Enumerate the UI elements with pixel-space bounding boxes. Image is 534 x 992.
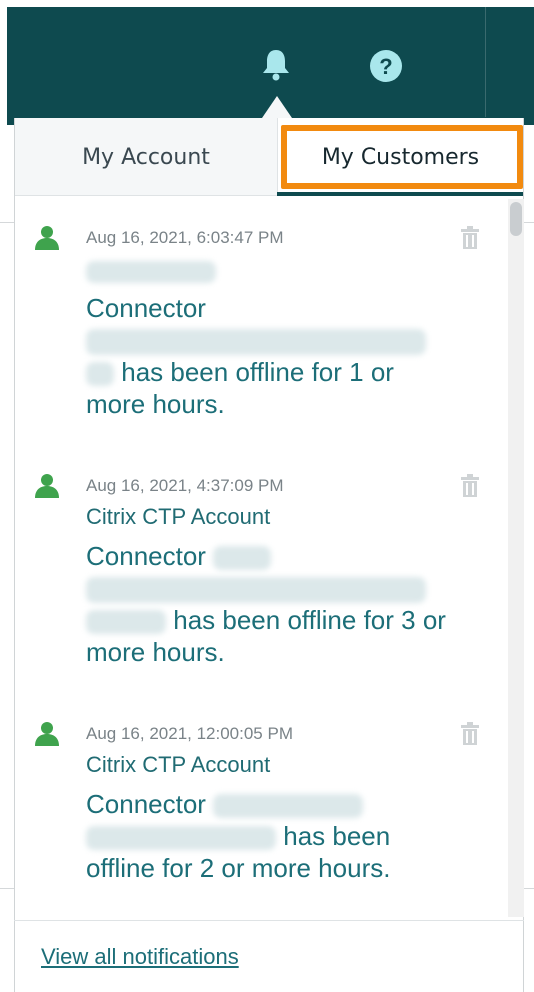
footer-divider [14, 920, 524, 921]
notifications-screen: ? My Account My Customers Aug 16, 2021, [0, 0, 534, 992]
background-divider [524, 888, 534, 889]
trash-icon[interactable] [460, 474, 480, 498]
background-divider [0, 222, 14, 223]
background-divider [0, 888, 14, 889]
redacted-connector [86, 329, 426, 356]
trash-icon[interactable] [460, 722, 480, 746]
redacted-connector [86, 577, 426, 604]
message-prefix: Connector [86, 293, 206, 323]
header-divider [485, 7, 486, 117]
highlight-annotation [281, 125, 523, 189]
help-circle-icon[interactable]: ? [368, 48, 404, 84]
redacted-connector [213, 794, 364, 819]
notification-message: Connector has been offline for 1 or more… [86, 292, 446, 420]
trash-icon[interactable] [460, 226, 480, 250]
svg-text:?: ? [379, 54, 392, 79]
user-icon [34, 472, 60, 498]
notification-timestamp: Aug 16, 2021, 12:00:05 PM [86, 724, 293, 743]
scrollbar[interactable] [508, 199, 524, 917]
notification-message: Connector has been offline for 2 or more… [86, 788, 446, 884]
notification-timestamp: Aug 16, 2021, 4:37:09 PM [86, 476, 284, 495]
redacted-connector [86, 826, 276, 851]
notification-timestamp: Aug 16, 2021, 6:03:47 PM [86, 228, 284, 247]
notification-account: Citrix CTP Account [86, 752, 271, 777]
tab-my-account[interactable]: My Account [15, 118, 277, 196]
message-prefix: Connector [86, 789, 206, 819]
redacted-account [86, 258, 216, 284]
bell-icon[interactable] [258, 46, 294, 82]
message-prefix: Connector [86, 541, 206, 571]
notification-message: Connector has been offline for 3 or more… [86, 540, 446, 668]
scrollbar-thumb[interactable] [510, 202, 522, 236]
active-tab-indicator [277, 192, 523, 196]
redacted-connector [86, 362, 114, 387]
user-icon [34, 720, 60, 746]
view-all-notifications-link[interactable]: View all notifications [41, 944, 239, 970]
popup-pointer [262, 96, 292, 118]
tab-label: My Account [82, 144, 210, 170]
user-icon [34, 224, 60, 250]
background-divider [524, 222, 534, 223]
notification-account: Citrix CTP Account [86, 504, 271, 529]
redacted-connector [213, 546, 272, 571]
message-suffix: has been offline for 1 or more hours. [86, 357, 394, 419]
redacted-connector [86, 610, 166, 635]
